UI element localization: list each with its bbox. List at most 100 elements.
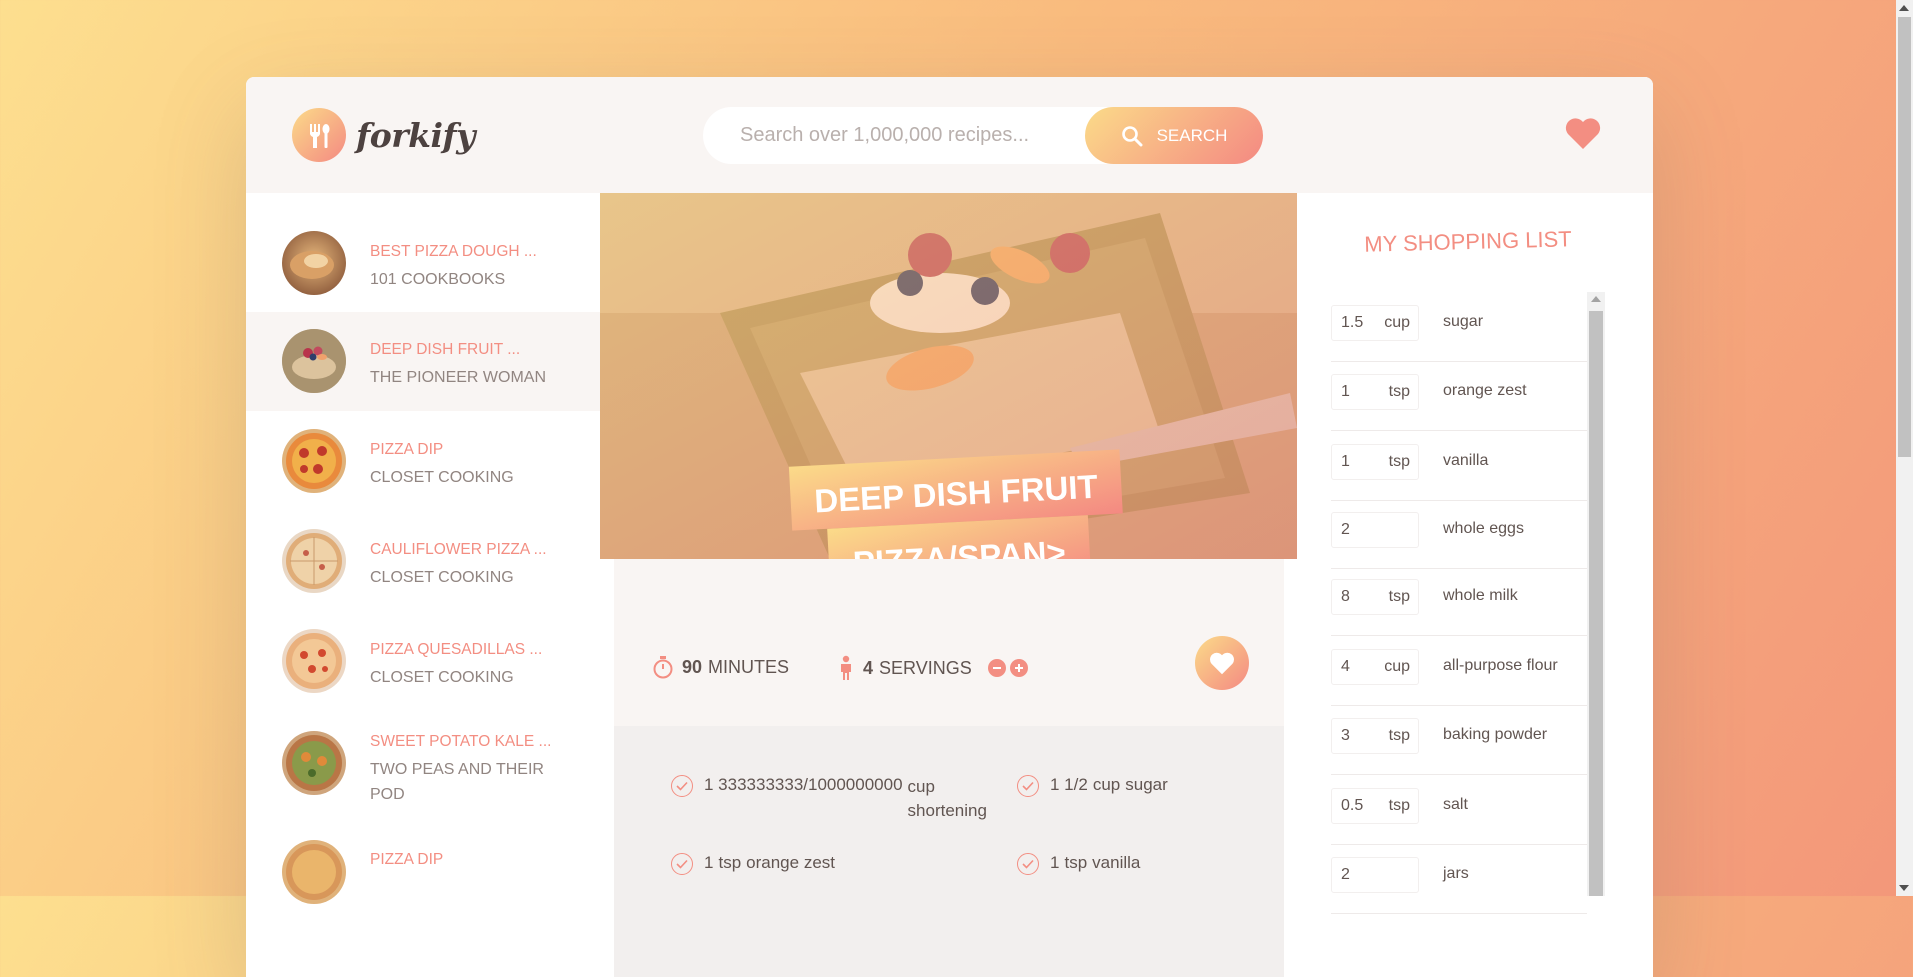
page-scroll-up-arrow[interactable] bbox=[1899, 5, 1909, 11]
shopping-item-count[interactable]: 1 tsp bbox=[1331, 374, 1419, 410]
shopping-item-unit: tsp bbox=[1388, 383, 1410, 400]
result-thumbnail bbox=[282, 840, 346, 904]
shopping-item-count[interactable]: 4 cup bbox=[1331, 649, 1419, 685]
recipe-time-unit: MINUTES bbox=[708, 656, 790, 677]
result-thumbnail bbox=[282, 429, 346, 493]
ingredient-unit: tsp bbox=[718, 853, 742, 872]
recipe-panel: DEEP DISH FRUIT PIZZA/SPAN> 90 MINUTES 4… bbox=[600, 193, 1297, 977]
ingredient-count: 1 bbox=[1050, 853, 1060, 872]
result-title: PIZZA DIP bbox=[370, 851, 444, 868]
ingredient-desc: vanilla bbox=[1092, 853, 1141, 872]
shopping-item-desc: salt bbox=[1443, 796, 1468, 813]
stopwatch-icon bbox=[653, 656, 673, 679]
result-title: CAULIFLOWER PIZZA ... bbox=[370, 541, 547, 558]
likes-heart-icon[interactable] bbox=[1563, 115, 1603, 155]
ingredient-desc: shortening bbox=[907, 801, 987, 820]
ingredient-desc: orange zest bbox=[746, 853, 835, 872]
result-publisher: CLOSET COOKING bbox=[370, 469, 514, 486]
shopping-list-scrollbar[interactable] bbox=[1587, 292, 1605, 896]
shopping-item-count[interactable]: 2 bbox=[1331, 857, 1419, 893]
shopping-item-desc: jars bbox=[1443, 865, 1469, 882]
shopping-item-unit: tsp bbox=[1388, 588, 1410, 605]
shopping-item-count-value: 0.5 bbox=[1341, 797, 1364, 814]
result-item[interactable]: CAULIFLOWER PIZZA ... CLOSET COOKING bbox=[246, 511, 600, 611]
result-title: SWEET POTATO KALE ... bbox=[370, 733, 552, 750]
plus-circle-icon bbox=[1014, 664, 1023, 672]
shopping-item: 0.5 tsp salt bbox=[1331, 776, 1587, 845]
page-scroll-down-arrow[interactable] bbox=[1899, 885, 1909, 891]
scrollbar-thumb[interactable] bbox=[1589, 311, 1603, 896]
search-input[interactable] bbox=[738, 123, 1102, 148]
ingredient-list: 1 333333333/1000000000 cup shortening 1 1… bbox=[614, 726, 1284, 977]
result-item-active[interactable]: DEEP DISH FRUIT ... THE PIONEER WOMAN bbox=[246, 312, 600, 411]
result-item[interactable]: PIZZA QUESADILLAS ... CLOSET COOKING bbox=[246, 611, 600, 708]
ingredient-unit: cup bbox=[907, 777, 935, 796]
shopping-item-desc: vanilla bbox=[1443, 452, 1489, 469]
page-scrollbar-thumb[interactable] bbox=[1898, 17, 1911, 457]
shopping-list-title: MY SHOPPING LIST bbox=[1363, 226, 1572, 257]
shopping-item-count-value: 1 bbox=[1341, 453, 1350, 470]
result-publisher: TWO PEAS AND THEIR POD bbox=[370, 761, 544, 803]
ingredient-unit-desc: cup shortening bbox=[908, 775, 998, 823]
shopping-item-desc: baking powder bbox=[1443, 726, 1548, 743]
bookmark-button[interactable] bbox=[1195, 636, 1249, 690]
result-publisher: CLOSET COOKING bbox=[370, 569, 514, 586]
shopping-item-count[interactable]: 3 tsp bbox=[1331, 718, 1419, 754]
decrease-servings-button[interactable] bbox=[987, 659, 1006, 677]
ingredient-unit: cup bbox=[1092, 775, 1121, 794]
shopping-item-count[interactable]: 0.5 tsp bbox=[1331, 788, 1419, 824]
result-title: PIZZA QUESADILLAS ... bbox=[370, 641, 543, 658]
logo-text: forkify bbox=[356, 115, 475, 155]
shopping-item-count-value: 1 bbox=[1341, 383, 1350, 400]
page-scrollbar[interactable] bbox=[1896, 0, 1913, 896]
result-item[interactable]: SWEET POTATO KALE ... TWO PEAS AND THEIR… bbox=[246, 708, 600, 823]
shopping-item-desc: orange zest bbox=[1443, 382, 1527, 399]
scroll-up-arrow[interactable] bbox=[1591, 296, 1601, 302]
search-button[interactable]: SEARCH bbox=[1085, 107, 1263, 164]
shopping-item-unit: tsp bbox=[1388, 727, 1410, 744]
ingredient-item: 1 tsp orange zest bbox=[671, 853, 835, 875]
shopping-item: 3 tsp baking powder bbox=[1331, 706, 1587, 775]
recipe-servings-value: 4 bbox=[863, 657, 874, 678]
heart-icon bbox=[1210, 652, 1234, 675]
increase-servings-button[interactable] bbox=[1009, 659, 1028, 677]
shopping-item-unit: cup bbox=[1384, 658, 1410, 675]
shopping-item: 1 tsp vanilla bbox=[1331, 432, 1587, 501]
shopping-item-count[interactable]: 8 tsp bbox=[1331, 579, 1419, 615]
shopping-item: 2 whole eggs bbox=[1331, 500, 1587, 569]
check-icon bbox=[671, 775, 693, 797]
person-icon bbox=[841, 655, 851, 680]
shopping-item-unit: tsp bbox=[1388, 797, 1410, 814]
shopping-item-count-value: 2 bbox=[1341, 521, 1350, 538]
header: forkify SEARCH bbox=[246, 77, 1653, 193]
minus-circle-icon bbox=[992, 667, 1001, 669]
shopping-item-count-value: 1.5 bbox=[1341, 314, 1364, 331]
check-icon bbox=[1017, 775, 1039, 797]
shopping-item-count[interactable]: 1.5 cup bbox=[1331, 305, 1419, 341]
recipe-time: 90 MINUTES bbox=[652, 655, 789, 679]
shopping-item-desc: all-purpose flour bbox=[1443, 657, 1558, 674]
search-icon bbox=[1121, 125, 1143, 146]
shopping-item: 8 tsp whole milk bbox=[1331, 567, 1587, 636]
search-button-label: SEARCH bbox=[1156, 125, 1228, 145]
result-thumbnail bbox=[282, 329, 346, 393]
ingredient-count: 1 333333333/1000000000 bbox=[704, 775, 903, 794]
results-panel: BEST PIZZA DOUGH ... 101 COOKBOOKS DEEP … bbox=[246, 193, 600, 977]
result-item[interactable]: BEST PIZZA DOUGH ... 101 COOKBOOKS bbox=[246, 213, 600, 312]
result-item[interactable]: PIZZA DIP CLOSET COOKING bbox=[246, 411, 600, 511]
check-icon bbox=[671, 853, 693, 875]
shopping-item-desc: whole eggs bbox=[1443, 520, 1524, 537]
shopping-item-count-value: 2 bbox=[1341, 866, 1350, 883]
result-publisher: CLOSET COOKING bbox=[370, 669, 514, 686]
result-thumbnail bbox=[282, 629, 346, 693]
shopping-item-count[interactable]: 2 bbox=[1331, 512, 1419, 548]
result-title: PIZZA DIP bbox=[370, 441, 444, 458]
result-item[interactable]: PIZZA DIP bbox=[246, 823, 600, 923]
ingredient-desc: sugar bbox=[1125, 775, 1168, 794]
shopping-item-count[interactable]: 1 tsp bbox=[1331, 444, 1419, 480]
check-icon bbox=[1017, 853, 1039, 875]
shopping-item-count-value: 3 bbox=[1341, 727, 1350, 744]
logo[interactable]: forkify bbox=[292, 108, 475, 162]
shopping-item: 2 jars bbox=[1331, 845, 1587, 914]
shopping-item-desc: sugar bbox=[1443, 313, 1484, 330]
